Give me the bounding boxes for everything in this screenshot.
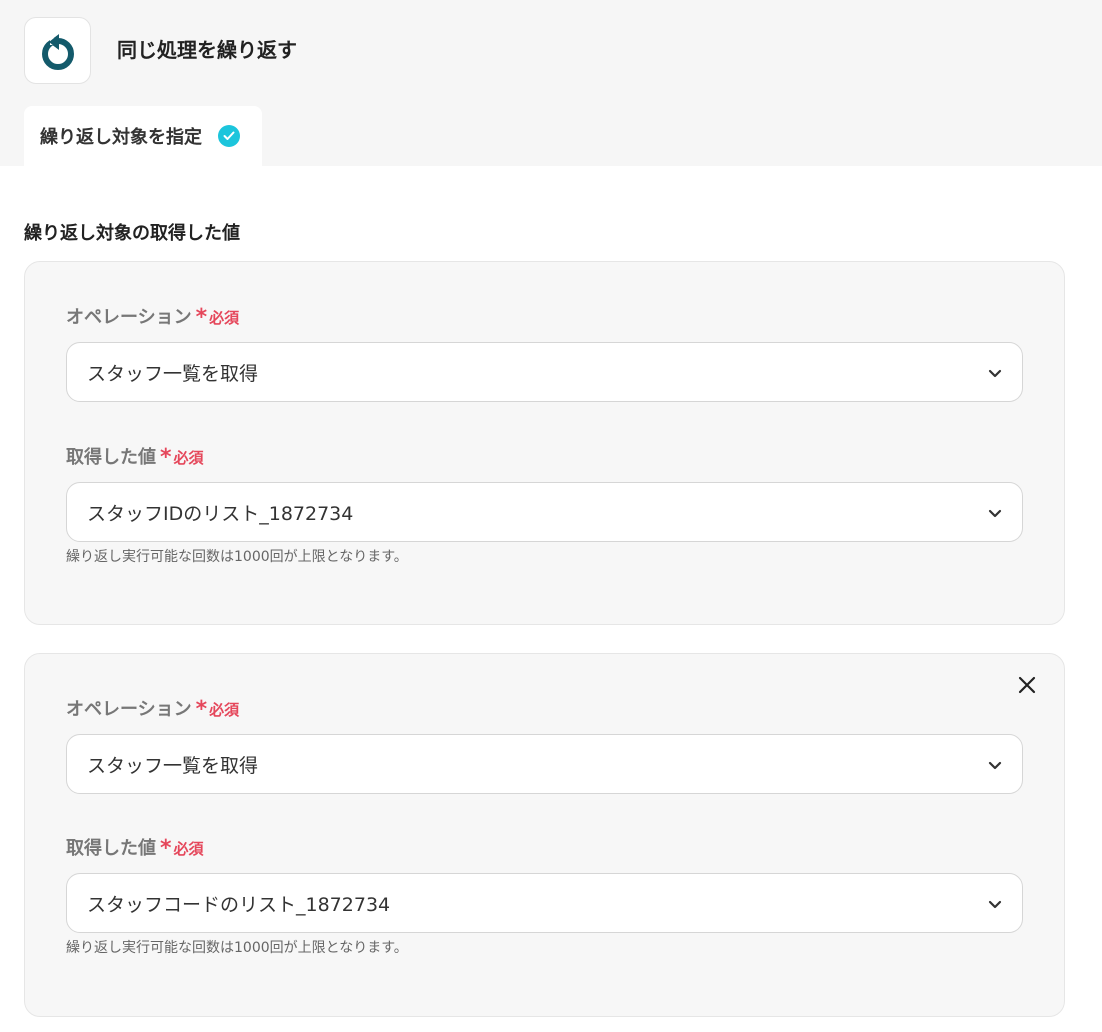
required-asterisk: * (195, 697, 208, 722)
value-select-value: スタッフIDのリスト_1872734 (87, 502, 354, 525)
operation-select-value: スタッフ一覧を取得 (87, 754, 259, 777)
value-select[interactable]: スタッフIDのリスト_1872734 (66, 482, 1023, 542)
value-label: 取得した値 * 必須 (66, 837, 204, 861)
check-circle-icon (218, 125, 240, 147)
operation-label-text: オペレーション (66, 307, 192, 328)
chevron-down-icon (988, 761, 1002, 770)
value-select[interactable]: スタッフコードのリスト_1872734 (66, 873, 1023, 933)
required-badge: 必須 (173, 449, 204, 467)
required-badge: 必須 (209, 701, 240, 719)
required-asterisk: * (160, 836, 172, 861)
tab-label: 繰り返し対象を指定 (40, 127, 202, 148)
tab-repeat-target[interactable]: 繰り返し対象を指定 (24, 106, 262, 166)
page: 同じ処理を繰り返す 繰り返し対象を指定 繰り返し対象の取得した値 オペレーション… (0, 0, 1102, 1032)
value-label-text: 取得した値 (66, 838, 156, 859)
chevron-down-icon (988, 369, 1002, 378)
operation-select[interactable]: スタッフ一覧を取得 (66, 734, 1023, 794)
repeat-target-card: オペレーション * 必須 スタッフ一覧を取得 取得した値 * 必須 スタッフID… (24, 261, 1065, 625)
chevron-down-icon (988, 900, 1002, 909)
required-asterisk: * (195, 305, 208, 330)
page-title: 同じ処理を繰り返す (117, 38, 297, 62)
operation-label-text: オペレーション (66, 699, 192, 720)
help-text: 繰り返し実行可能な回数は1000回が上限となります。 (66, 549, 408, 565)
operation-label: オペレーション * 必須 (66, 306, 239, 330)
required-badge: 必須 (173, 840, 204, 858)
operation-select-value: スタッフ一覧を取得 (87, 362, 259, 385)
section-title: 繰り返し対象の取得した値 (24, 223, 240, 244)
value-select-value: スタッフコードのリスト_1872734 (87, 893, 391, 916)
value-label: 取得した値 * 必須 (66, 446, 204, 470)
chevron-down-icon (988, 509, 1002, 518)
close-button[interactable] (1016, 674, 1038, 696)
app-icon (24, 17, 91, 84)
operation-select[interactable]: スタッフ一覧を取得 (66, 342, 1023, 402)
required-badge: 必須 (209, 309, 240, 327)
close-icon (1018, 676, 1036, 694)
refresh-icon (41, 33, 74, 70)
required-asterisk: * (160, 445, 172, 470)
header-band: 同じ処理を繰り返す 繰り返し対象を指定 (0, 0, 1102, 166)
help-text: 繰り返し実行可能な回数は1000回が上限となります。 (66, 940, 408, 956)
value-label-text: 取得した値 (66, 447, 156, 468)
operation-label: オペレーション * 必須 (66, 698, 239, 722)
repeat-target-card: オペレーション * 必須 スタッフ一覧を取得 取得した値 * 必須 スタッフコー… (24, 653, 1065, 1017)
